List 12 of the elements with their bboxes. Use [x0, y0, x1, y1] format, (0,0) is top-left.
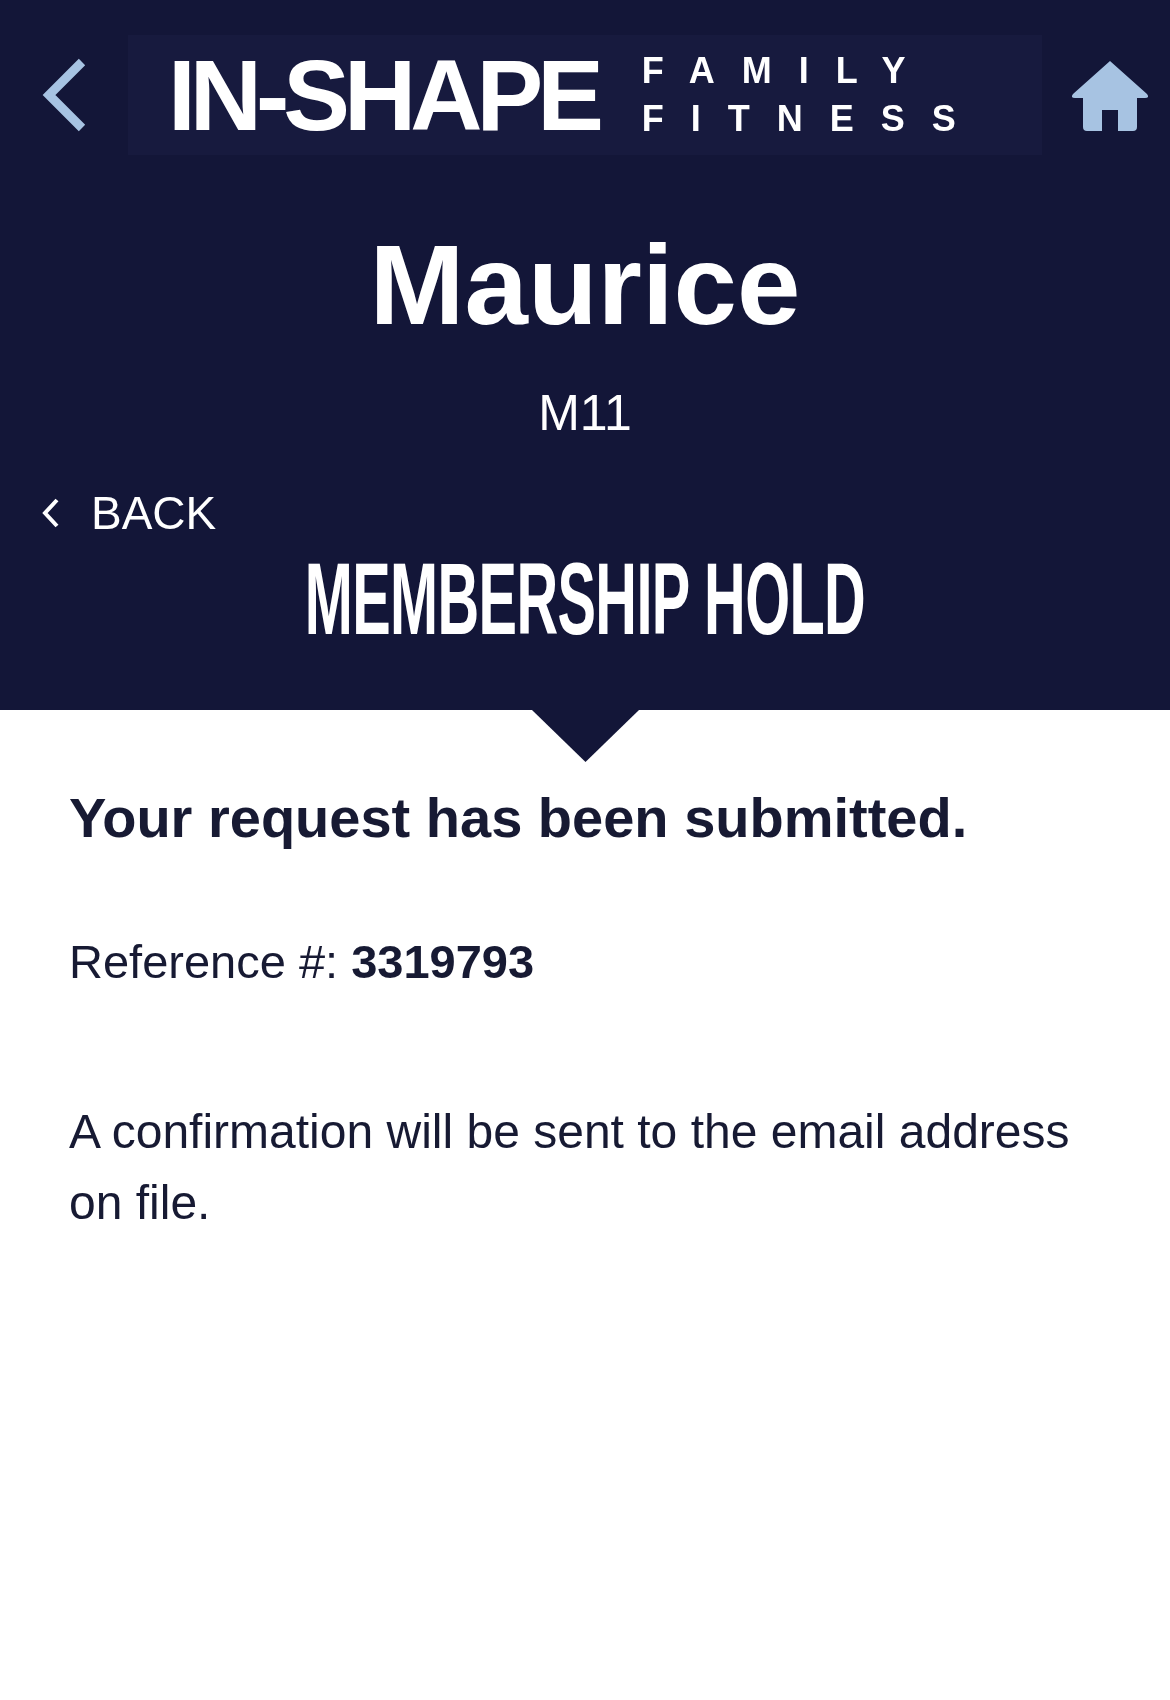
logo-tagline: FAMILY [641, 53, 934, 89]
logo-tagline: FITNESS [641, 101, 983, 137]
chevron-left-icon [42, 58, 88, 132]
home-icon [1070, 58, 1150, 132]
member-name: Maurice [368, 228, 802, 342]
back-link[interactable]: BACK [41, 490, 217, 536]
chevron-left-icon [41, 497, 61, 529]
logo-wordmark: IN-SHAPE [168, 45, 598, 145]
confirmation-message: A confirmation will be sent to the email address on file. [69, 1104, 1071, 1231]
reference-text: Reference #: 3319793 [69, 938, 536, 985]
page-title: MEMBERSHIP HOLD [304, 548, 866, 650]
member-code: M11 [537, 388, 633, 438]
